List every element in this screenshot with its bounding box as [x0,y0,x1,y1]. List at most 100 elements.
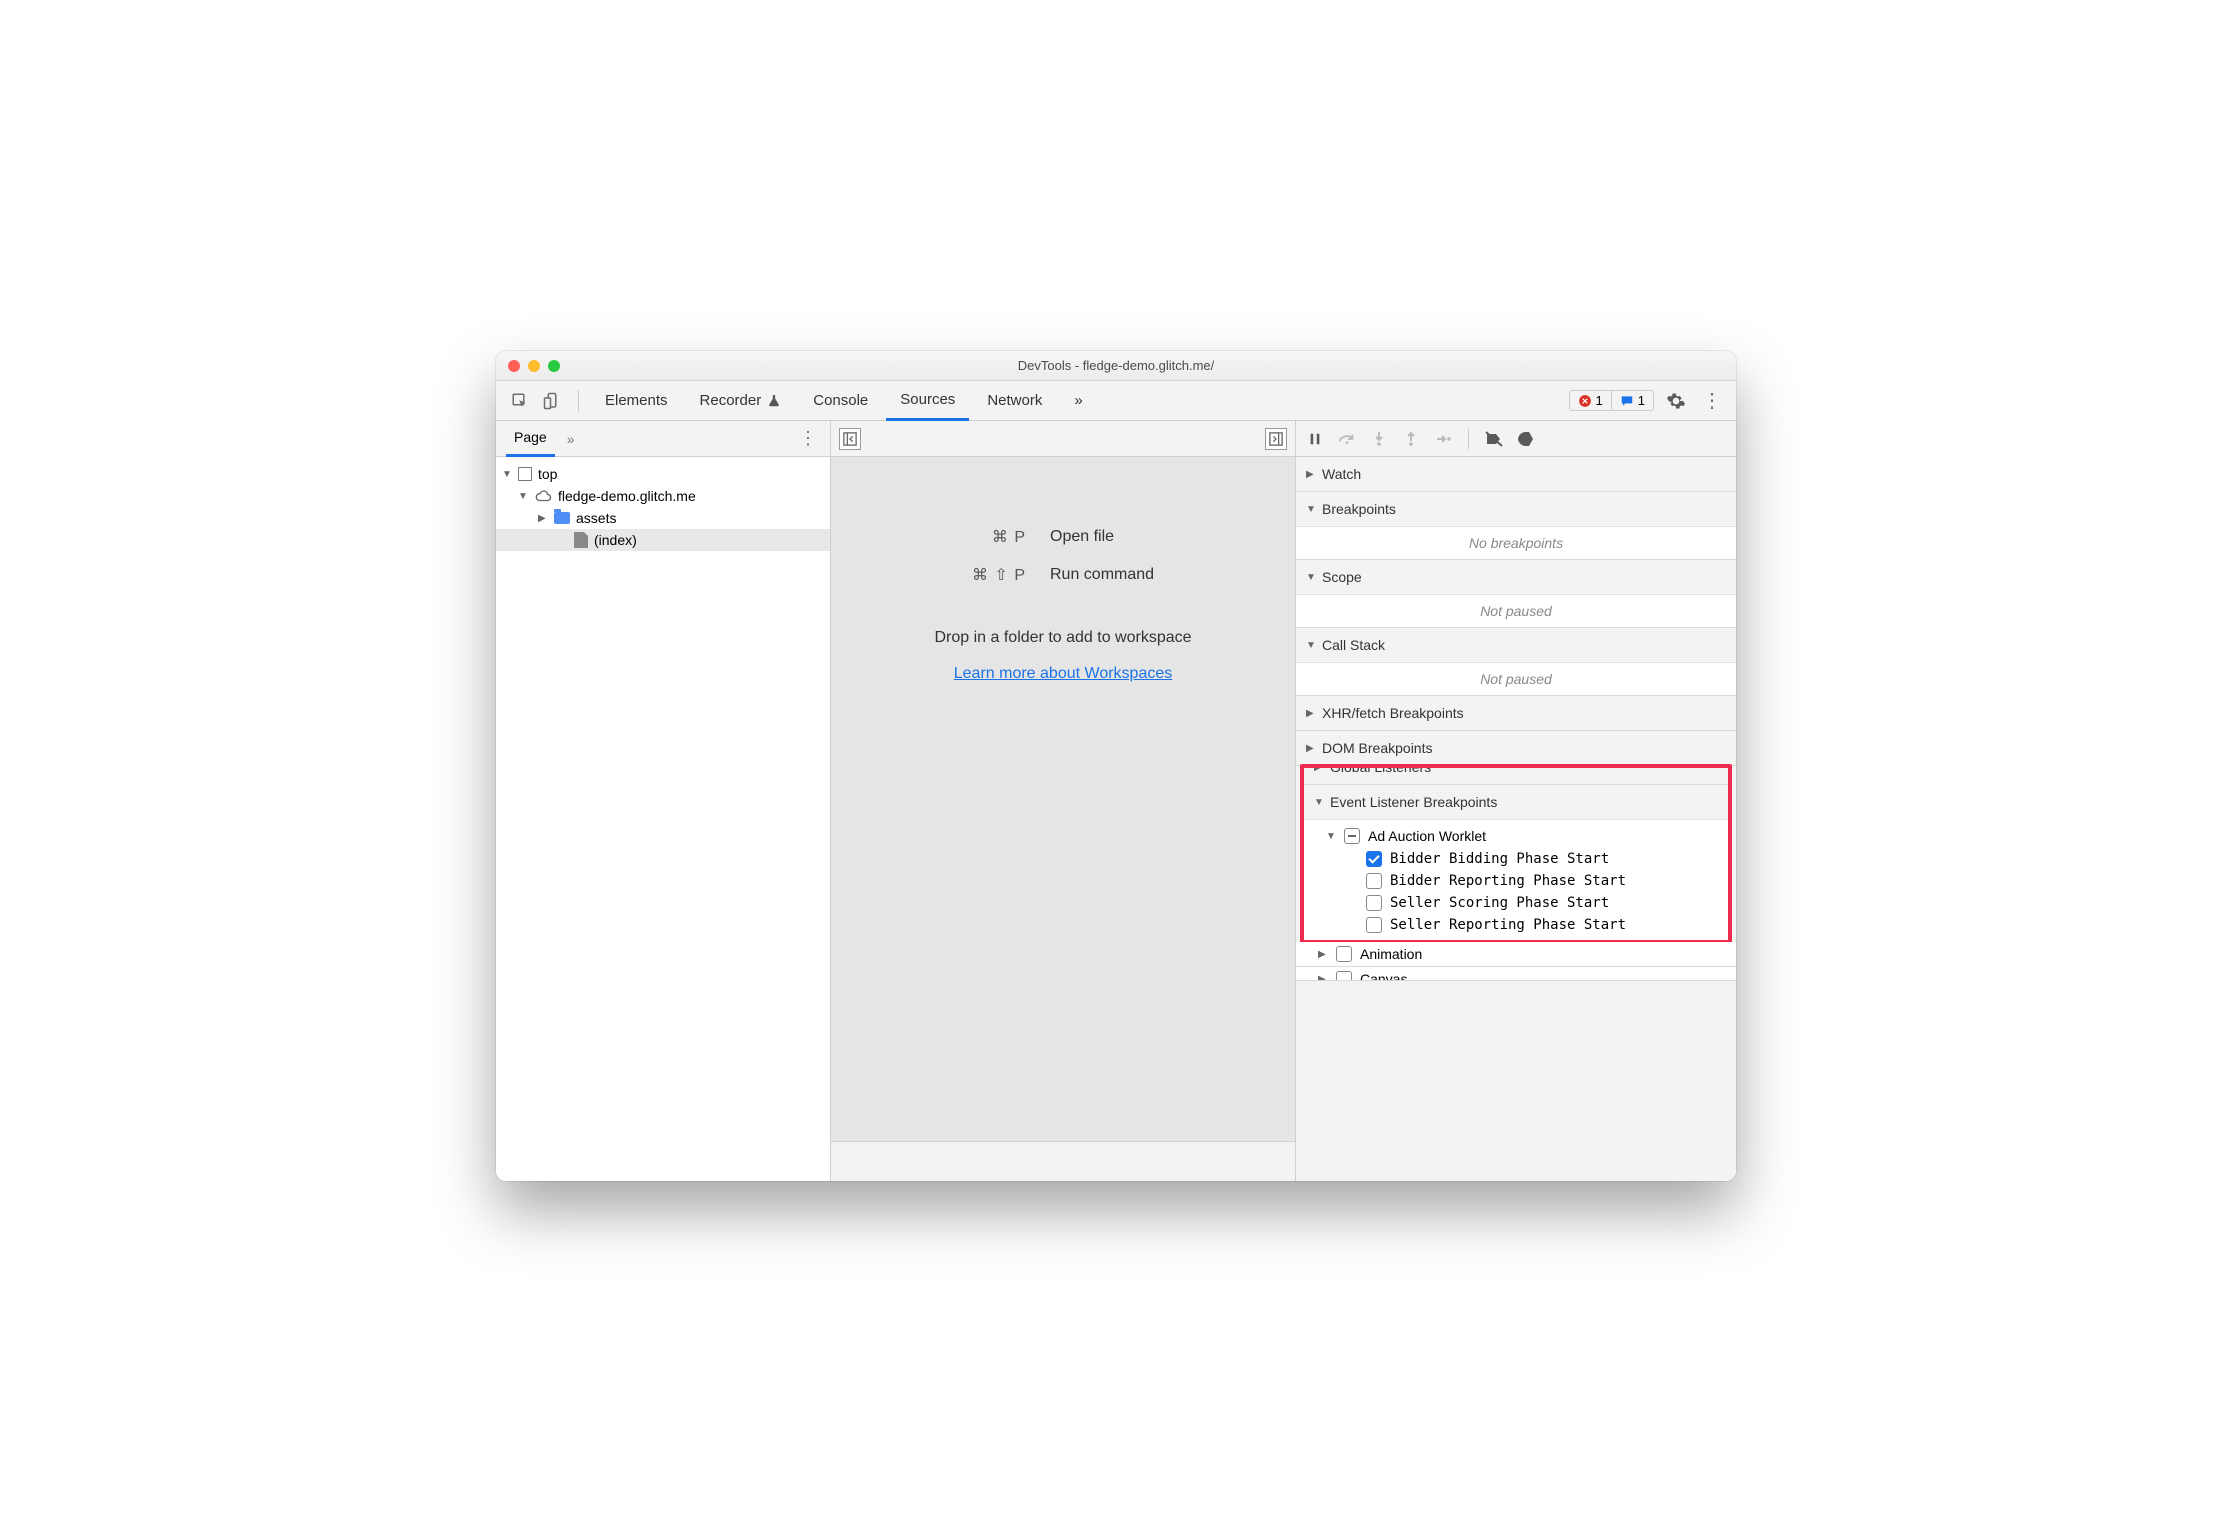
editor-placeholder: ⌘ P Open file ⌘ ⇧ P Run command Drop in … [831,457,1295,1141]
scope-section-header[interactable]: ▼Scope [1296,560,1736,594]
step-over-icon[interactable] [1336,428,1358,450]
elb-category-canvas[interactable]: ▶ Canvas [1296,967,1736,981]
watch-section-header[interactable]: ▶Watch [1296,457,1736,491]
scope-empty: Not paused [1296,594,1736,627]
xhr-section-header[interactable]: ▶XHR/fetch Breakpoints [1296,696,1736,730]
inspect-element-icon[interactable] [506,387,534,415]
elb-item-seller-scoring[interactable]: Seller Scoring Phase Start [1304,892,1728,914]
event-listener-bp-section-header[interactable]: ▼Event Listener Breakpoints [1304,785,1728,819]
titlebar: DevTools - fledge-demo.glitch.me/ [496,351,1736,381]
devtools-window: DevTools - fledge-demo.glitch.me/ Elemen… [496,351,1736,1181]
checkbox-unchecked-icon[interactable] [1366,873,1382,889]
elb-item-seller-reporting[interactable]: Seller Reporting Phase Start [1304,914,1728,936]
tree-frame-top[interactable]: ▼ top [496,463,830,485]
elb-category-label: Canvas [1360,971,1407,981]
main-toolbar: Elements Recorder Console Sources Networ… [496,381,1736,421]
tree-label: assets [576,510,616,526]
editor-tabs [831,421,1295,457]
checkbox-unchecked-icon[interactable] [1336,946,1352,962]
tree-folder-assets[interactable]: ▶ assets [496,507,830,529]
elb-category-label: Animation [1360,946,1422,962]
error-icon [1578,394,1592,408]
dom-breakpoints-section-header[interactable]: ▶DOM Breakpoints [1296,731,1736,765]
window-controls [508,360,560,372]
learn-workspaces-link[interactable]: Learn more about Workspaces [954,665,1172,683]
folder-icon [554,512,570,524]
tree-file-index[interactable]: (index) [496,529,830,551]
message-icon [1620,394,1634,408]
show-debugger-icon[interactable] [1265,428,1287,450]
settings-gear-icon[interactable] [1662,387,1690,415]
editor-footer [831,1141,1295,1181]
flask-icon [767,394,781,408]
show-navigator-icon[interactable] [839,428,861,450]
close-window-button[interactable] [508,360,520,372]
tab-network[interactable]: Network [973,381,1056,421]
tab-recorder[interactable]: Recorder [686,381,796,421]
elb-category-ad-auction[interactable]: ▼ Ad Auction Worklet [1304,824,1728,848]
breakpoints-empty: No breakpoints [1296,526,1736,559]
section-title: Global Listeners [1330,764,1431,775]
section-title: Watch [1322,466,1361,482]
section-title: Call Stack [1322,637,1385,653]
pause-exceptions-icon[interactable] [1515,428,1537,450]
checkbox-checked-icon[interactable] [1366,851,1382,867]
tab-sources[interactable]: Sources [886,381,969,421]
shortcut-keys: ⌘ ⇧ P [876,565,1026,585]
pause-icon[interactable] [1304,428,1326,450]
shortcut-keys: ⌘ P [876,527,1026,547]
elb-item-label: Bidder Bidding Phase Start [1390,851,1609,867]
step-into-icon[interactable] [1368,428,1390,450]
section-title: Breakpoints [1322,501,1396,517]
elb-category-animation[interactable]: ▶ Animation [1296,942,1736,966]
elb-item-label: Seller Scoring Phase Start [1390,895,1609,911]
editor-panel: ⌘ P Open file ⌘ ⇧ P Run command Drop in … [831,421,1296,1181]
workspace-drop-hint: Drop in a folder to add to workspace [934,629,1191,647]
window-title: DevTools - fledge-demo.glitch.me/ [496,358,1736,373]
file-tree: ▼ top ▼ fledge-demo.glitch.me ▶ assets (… [496,457,830,1181]
messages-badge[interactable]: 1 [1611,391,1653,410]
cloud-icon [534,489,552,503]
tree-domain[interactable]: ▼ fledge-demo.glitch.me [496,485,830,507]
tab-elements[interactable]: Elements [591,381,682,421]
tab-recorder-label: Recorder [700,392,762,409]
checkbox-indeterminate-icon[interactable] [1344,828,1360,844]
callstack-section-header[interactable]: ▼Call Stack [1296,628,1736,662]
checkbox-unchecked-icon[interactable] [1366,895,1382,911]
section-title: XHR/fetch Breakpoints [1322,705,1464,721]
kebab-menu-icon[interactable]: ⋮ [1698,387,1726,415]
page-tab[interactable]: Page [506,421,555,457]
navigator-tabs: Page » ⋮ [496,421,830,457]
errors-badge[interactable]: 1 [1570,391,1611,410]
more-tabs-button[interactable]: » [1060,381,1096,421]
breakpoints-section-header[interactable]: ▼Breakpoints [1296,492,1736,526]
errors-count: 1 [1596,393,1603,408]
deactivate-breakpoints-icon[interactable] [1483,428,1505,450]
debugger-panel: ▶Watch ▼Breakpoints No breakpoints ▼Scop… [1296,421,1736,1181]
callstack-empty: Not paused [1296,662,1736,695]
step-out-icon[interactable] [1400,428,1422,450]
tree-label: fledge-demo.glitch.me [558,488,696,504]
tab-console[interactable]: Console [799,381,882,421]
event-listener-bp-body: ▼ Ad Auction Worklet Bidder Bidding Phas… [1304,819,1728,940]
navigator-panel: Page » ⋮ ▼ top ▼ fledge-demo.glitch.me ▶… [496,421,831,1181]
elb-item-bidder-bidding[interactable]: Bidder Bidding Phase Start [1304,848,1728,870]
navigator-more-tabs[interactable]: » [559,421,583,457]
checkbox-unchecked-icon[interactable] [1336,971,1352,981]
minimize-window-button[interactable] [528,360,540,372]
device-toggle-icon[interactable] [538,387,566,415]
shortcut-label: Run command [1050,566,1250,584]
step-icon[interactable] [1432,428,1454,450]
file-icon [574,532,588,548]
status-badges: 1 1 [1569,390,1654,411]
messages-count: 1 [1638,393,1645,408]
elb-item-bidder-reporting[interactable]: Bidder Reporting Phase Start [1304,870,1728,892]
global-listeners-section-header[interactable]: ▶Global Listeners [1304,764,1728,784]
frame-icon [518,467,532,481]
section-title: Scope [1322,569,1362,585]
tree-label: top [538,466,557,482]
shortcut-open-file: ⌘ P Open file [876,527,1250,547]
zoom-window-button[interactable] [548,360,560,372]
checkbox-unchecked-icon[interactable] [1366,917,1382,933]
navigator-kebab-icon[interactable]: ⋮ [796,428,820,449]
